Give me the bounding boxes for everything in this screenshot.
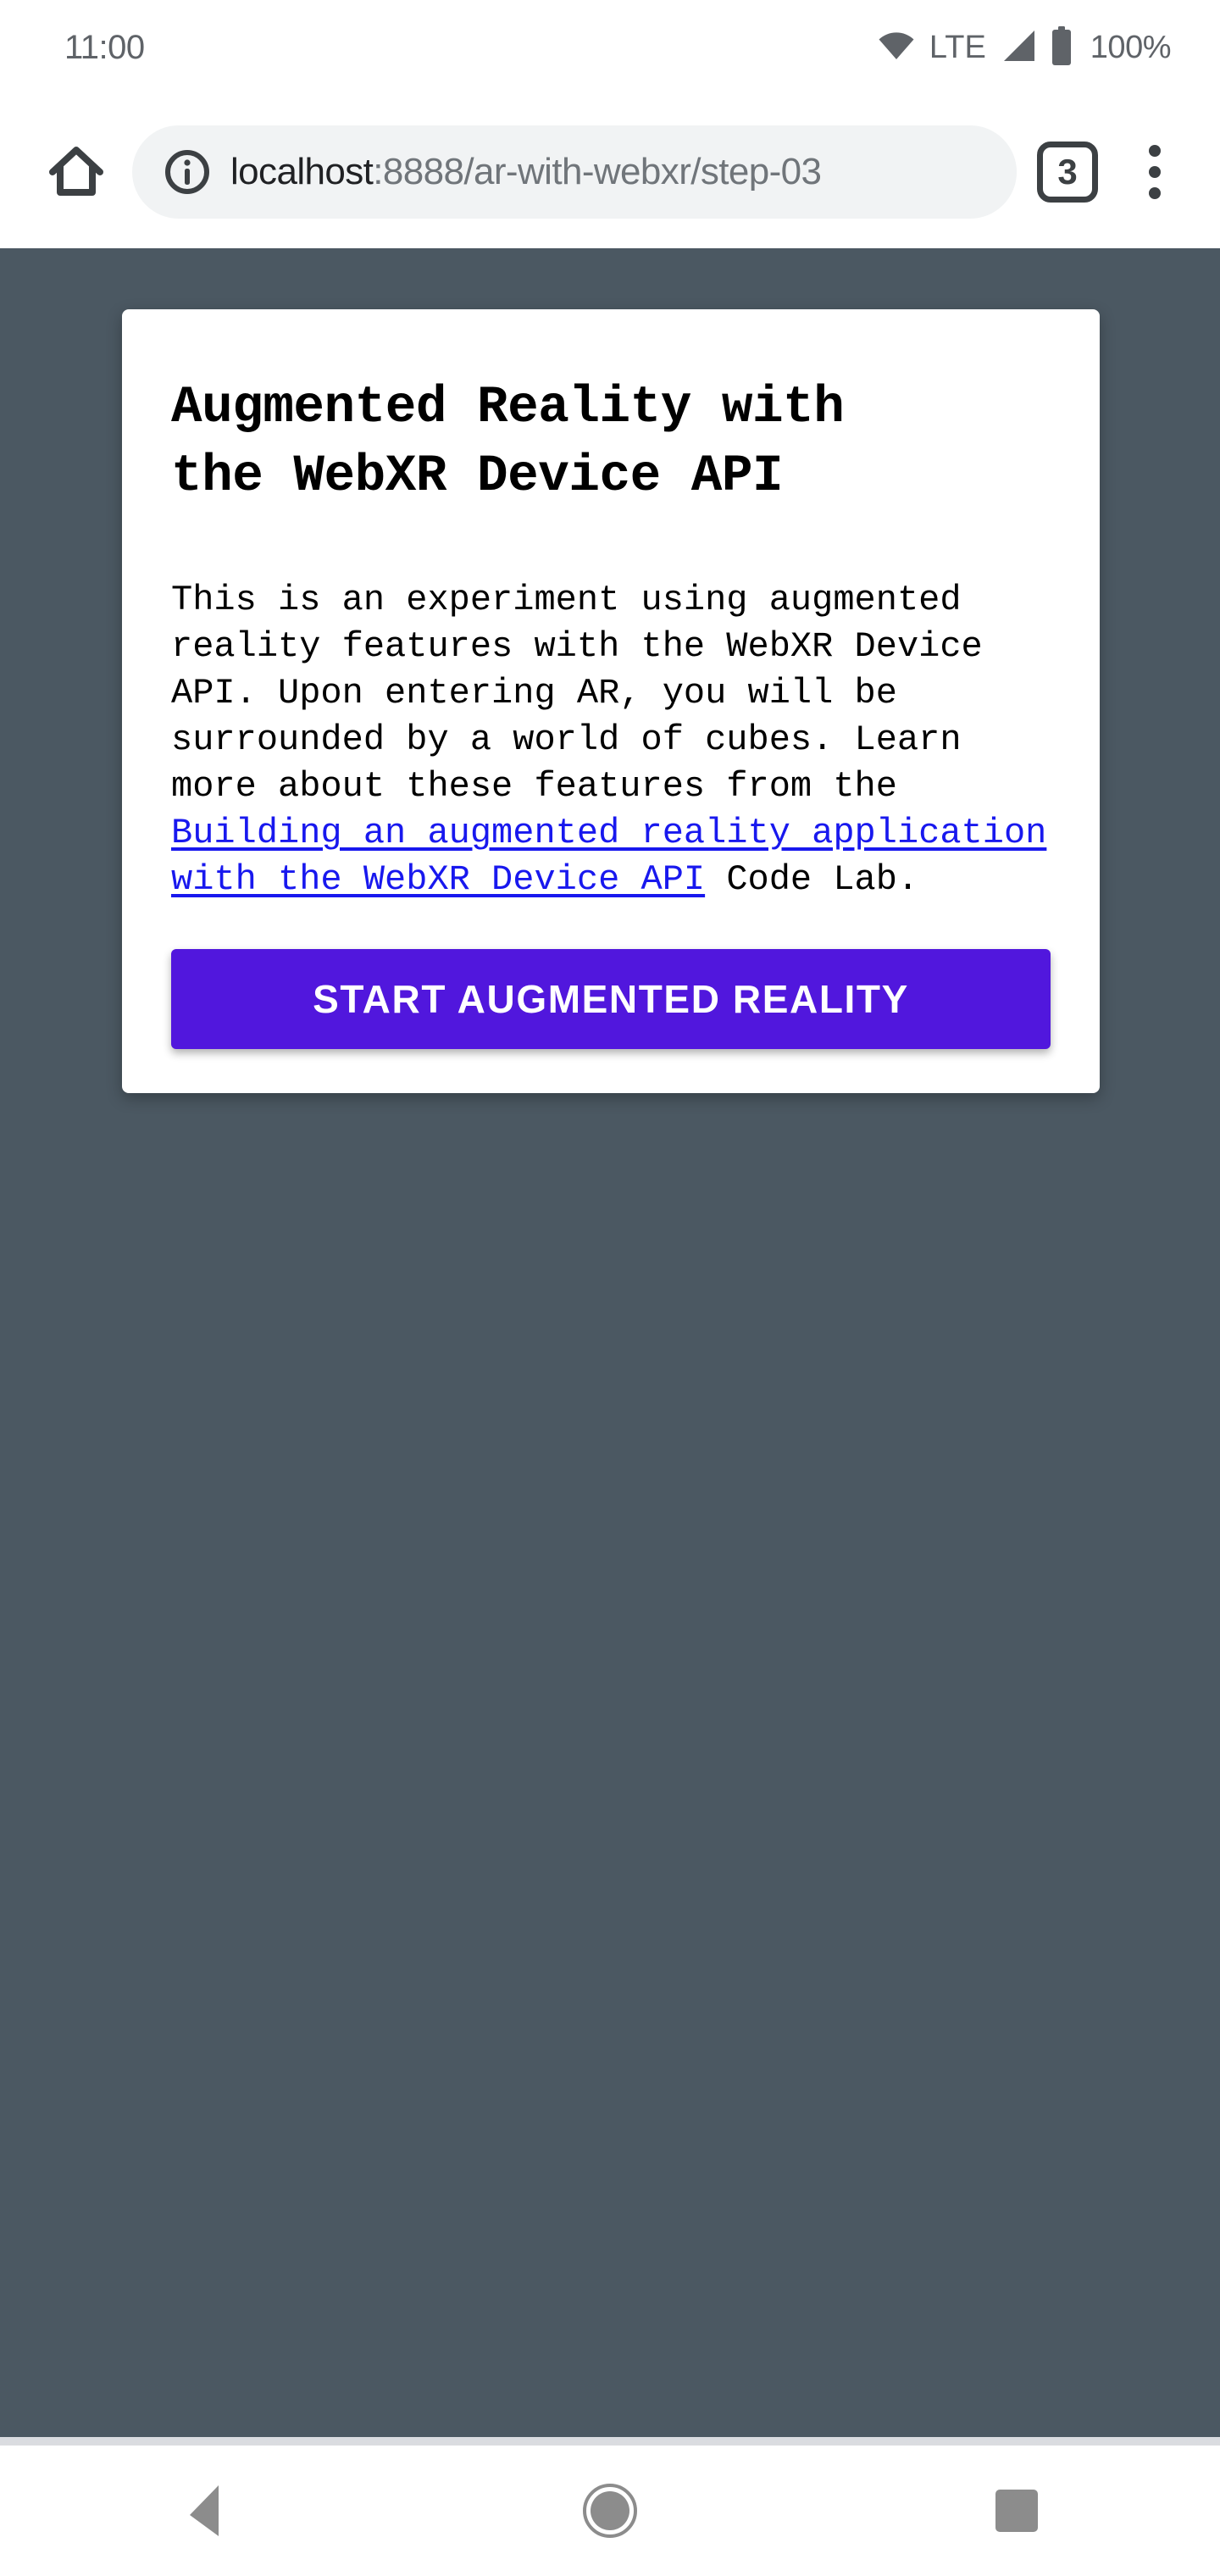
status-bar: 11:00 LTE 100% — [0, 0, 1220, 95]
omnibox[interactable]: localhost:8888/ar-with-webxr/step-03 — [132, 125, 1017, 219]
status-indicators: LTE 100% — [878, 25, 1172, 69]
description-text-before-link: This is an experiment using augmented re… — [171, 580, 983, 808]
navbar-divider — [0, 2437, 1220, 2446]
browser-toolbar: localhost:8888/ar-with-webxr/step-03 3 — [0, 95, 1220, 248]
back-triangle-icon[interactable] — [127, 2446, 280, 2576]
tab-counter-button[interactable]: 3 — [1037, 141, 1098, 203]
cellular-signal-icon — [1001, 29, 1036, 67]
battery-percent-label: 100% — [1090, 30, 1172, 65]
web-page-viewport: Augmented Reality with the WebXR Device … — [0, 248, 1220, 2437]
wifi-icon — [878, 31, 915, 64]
overflow-dot — [1149, 186, 1161, 199]
battery-full-icon — [1051, 25, 1073, 69]
tab-count-label: 3 — [1057, 151, 1078, 192]
info-circle-icon[interactable] — [163, 147, 212, 197]
home-icon[interactable] — [30, 126, 122, 218]
home-circle-icon[interactable] — [534, 2446, 686, 2576]
page-title: Augmented Reality with the WebXR Device … — [171, 379, 845, 507]
description-text-after-link: Code Lab. — [705, 859, 919, 901]
status-clock: 11:00 — [64, 29, 145, 66]
more-vertical-icon[interactable] — [1115, 126, 1195, 218]
info-card: Augmented Reality with the WebXR Device … — [122, 309, 1100, 1094]
page-description: This is an experiment using augmented re… — [171, 577, 1051, 903]
omnibox-url-host: localhost — [230, 153, 374, 191]
recents-square-icon[interactable] — [940, 2446, 1093, 2576]
omnibox-url-text: localhost:8888/ar-with-webxr/step-03 — [230, 153, 821, 191]
network-type-label: LTE — [929, 30, 986, 65]
omnibox-url-path: :8888/ar-with-webxr/step-03 — [373, 153, 822, 191]
phone-screen: 11:00 LTE 100% localhost:8888/ar-with-we… — [0, 0, 1220, 2576]
omnibox-text-fade — [978, 125, 1017, 219]
overflow-dot — [1149, 165, 1161, 178]
start-augmented-reality-button[interactable]: START AUGMENTED REALITY — [171, 949, 1051, 1050]
overflow-dot — [1149, 144, 1161, 157]
android-navigation-bar — [0, 2446, 1220, 2576]
